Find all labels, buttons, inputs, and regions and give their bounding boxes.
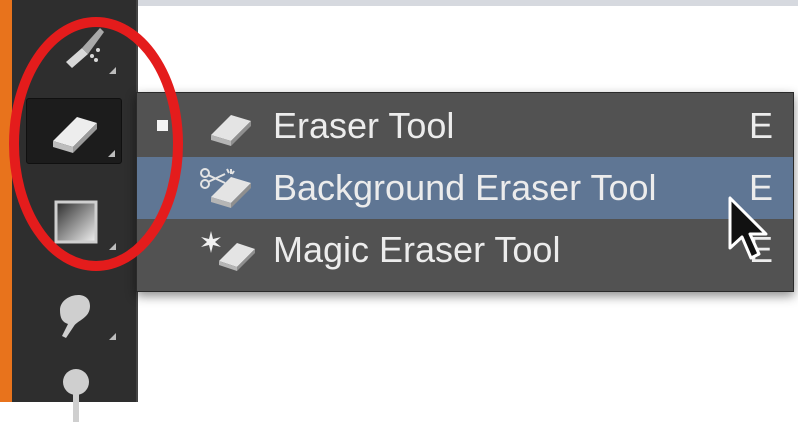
eraser-tool-button[interactable]	[26, 98, 122, 164]
mouse-pointer-icon	[728, 196, 768, 260]
menu-item-label: Background Eraser Tool	[273, 167, 657, 208]
brush-icon	[66, 28, 104, 68]
gradient-tool-button[interactable]	[26, 190, 122, 256]
shortcut-label: E	[748, 105, 773, 146]
background-eraser-icon	[200, 168, 251, 208]
magic-eraser-icon	[201, 231, 255, 271]
options-bar-edge	[138, 0, 798, 6]
menu-item-eraser-tool[interactable]: Eraser Tool E	[137, 95, 793, 157]
eraser-icon	[211, 115, 251, 146]
submenu-indicator-icon	[109, 333, 116, 340]
smudge-icon	[60, 294, 90, 338]
smudge-tool-button[interactable]	[26, 280, 122, 346]
submenu-indicator-icon	[109, 67, 116, 74]
menu-item-magic-eraser-tool[interactable]: Magic Eraser Tool E	[137, 219, 793, 281]
brush-tool-button[interactable]	[26, 14, 122, 80]
dodge-tool-button[interactable]	[26, 360, 122, 426]
gradient-icon	[54, 200, 98, 244]
dodge-icon	[63, 369, 89, 422]
eraser-tools-flyout-menu: Eraser Tool E Background Eraser Tool E M…	[136, 92, 794, 292]
side-strip	[0, 0, 12, 402]
tools-panel	[12, 0, 138, 422]
menu-item-background-eraser-tool[interactable]: Background Eraser Tool E	[137, 157, 793, 219]
menu-item-label: Magic Eraser Tool	[273, 229, 561, 270]
submenu-indicator-icon	[108, 150, 115, 157]
menu-item-label: Eraser Tool	[273, 105, 455, 146]
submenu-indicator-icon	[109, 243, 116, 250]
current-tool-indicator-icon	[157, 120, 168, 131]
